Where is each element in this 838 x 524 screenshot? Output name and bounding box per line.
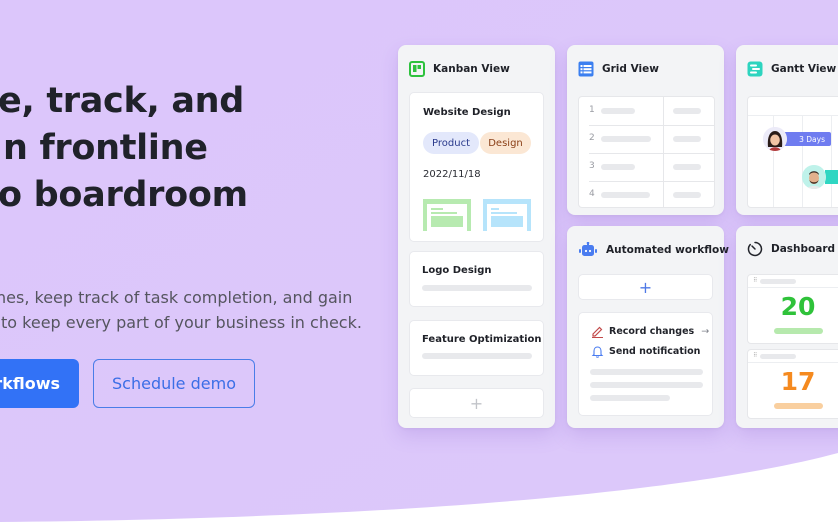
table-icon — [578, 61, 594, 77]
grid-row[interactable]: 4 — [579, 181, 714, 207]
kanban-card-title: Logo Design — [422, 265, 492, 276]
grid-row[interactable]: 3 — [579, 153, 714, 181]
dashboard-header: Dashboard — [747, 241, 835, 257]
dashboard-tile[interactable]: ⠿ 20 — [747, 274, 838, 344]
explore-workflows-button[interactable]: orkflows — [0, 359, 79, 408]
green-layout-thumbnail — [423, 199, 471, 231]
tag-design: Design — [480, 132, 531, 154]
placeholder-bar — [673, 136, 701, 142]
workflow-step-record-changes[interactable]: Record changes → — [591, 325, 709, 338]
placeholder-bar — [601, 136, 651, 142]
placeholder-bar — [760, 279, 796, 284]
placeholder-bar — [590, 369, 703, 375]
headline-line-1: e, track, and — [0, 81, 245, 121]
headline-line-3: o boardroom — [0, 175, 248, 215]
robot-icon — [578, 242, 598, 258]
placeholder-bar — [673, 164, 701, 170]
grid-table: 1 2 3 4 — [578, 96, 715, 208]
grid-row[interactable]: 2 — [579, 125, 714, 153]
row-number: 4 — [589, 189, 595, 199]
arrow-right-icon: → — [701, 326, 710, 337]
row-number: 2 — [589, 133, 595, 143]
kanban-view-card[interactable]: Kanban View Website Design Product Desig… — [398, 45, 555, 428]
plus-icon: + — [469, 393, 484, 413]
gantt-column-line — [802, 115, 803, 207]
kanban-card-feature-optimization[interactable]: Feature Optimization — [409, 320, 544, 376]
grid-view-title: Grid View — [602, 63, 659, 75]
headline-line-2: n frontline — [3, 128, 208, 168]
woman-avatar — [763, 127, 787, 151]
kanban-card-logo-design[interactable]: Logo Design — [409, 251, 544, 307]
gantt-view-header: Gantt View — [747, 61, 836, 77]
placeholder-bar — [590, 395, 670, 401]
tag-product: Product — [423, 132, 479, 154]
kanban-view-title: Kanban View — [433, 63, 510, 75]
placeholder-bar — [601, 108, 635, 114]
grid-view-header: Grid View — [578, 61, 659, 77]
placeholder-bar — [601, 192, 650, 198]
hero-subtext: nes, keep track of task completion, and … — [0, 285, 380, 335]
workflow-steps-panel: Record changes → Send notification — [578, 312, 713, 416]
kanban-board-icon — [409, 61, 425, 77]
kanban-view-header: Kanban View — [409, 61, 510, 77]
hero-headline: e, track, and n frontline o boardroom — [0, 78, 360, 219]
gantt-icon — [747, 61, 763, 77]
gantt-column-line — [831, 115, 832, 207]
placeholder-bar — [601, 164, 635, 170]
row-number: 1 — [589, 105, 595, 115]
drag-handle-icon[interactable]: ⠿ — [753, 353, 757, 359]
timer-icon — [747, 241, 763, 257]
blue-layout-thumbnail — [483, 199, 531, 231]
dashboard-tile[interactable]: ⠿ 17 — [747, 349, 838, 419]
tile-progress-bar — [774, 403, 823, 409]
kanban-card-date: 2022/11/18 — [423, 169, 481, 180]
row-number: 3 — [589, 161, 595, 171]
dashboard-title: Dashboard — [771, 243, 836, 255]
placeholder-bar — [422, 353, 532, 359]
tile-header: ⠿ — [748, 275, 838, 288]
placeholder-bar — [590, 382, 703, 388]
tile-value: 17 — [780, 367, 816, 396]
workflow-step-label: Record changes — [609, 326, 695, 337]
drag-handle-icon[interactable]: ⠿ — [753, 278, 757, 284]
bell-icon — [591, 345, 604, 358]
automated-workflow-card[interactable]: Automated workflow + Record changes → Se… — [567, 226, 729, 428]
workflow-header: Automated workflow — [578, 242, 729, 258]
dashboard-card[interactable]: Dashboard ⠿ 20 ⠿ 17 — [736, 226, 838, 428]
pencil-icon — [591, 325, 604, 338]
tile-progress-bar — [774, 328, 823, 334]
gantt-view-card[interactable]: Gantt View 3 Days 2 — [736, 45, 838, 215]
placeholder-bar — [422, 285, 532, 291]
gantt-chart-area: 3 Days 2 — [747, 96, 838, 208]
workflow-step-send-notification[interactable]: Send notification — [591, 345, 700, 358]
workflow-step-label: Send notification — [609, 346, 701, 357]
grid-row[interactable]: 1 — [579, 97, 714, 125]
tile-value: 20 — [780, 292, 816, 321]
kanban-card-title: Feature Optimization — [422, 334, 542, 345]
placeholder-bar — [760, 354, 796, 359]
gantt-task-bar[interactable]: 2 — [825, 170, 838, 184]
subtext-line-1: nes, keep track of task completion, and … — [0, 288, 353, 307]
placeholder-bar — [673, 108, 701, 114]
gantt-view-title: Gantt View — [771, 63, 837, 75]
schedule-demo-button[interactable]: Schedule demo — [93, 359, 255, 408]
man-avatar — [802, 165, 826, 189]
subtext-line-2: to keep every part of your business in c… — [1, 313, 362, 332]
plus-icon: + — [638, 277, 653, 297]
gantt-header-divider — [748, 115, 838, 116]
tile-header: ⠿ — [748, 350, 838, 363]
add-workflow-step-button[interactable]: + — [578, 274, 713, 300]
kanban-add-card-button[interactable]: + — [409, 388, 544, 418]
grid-view-card[interactable]: Grid View 1 2 3 4 — [567, 45, 724, 215]
workflow-title: Automated workflow — [606, 244, 729, 256]
kanban-card-title: Website Design — [423, 107, 511, 118]
kanban-card-website-design[interactable]: Website Design Product Design 2022/11/18 — [409, 92, 544, 242]
placeholder-bar — [673, 192, 701, 198]
